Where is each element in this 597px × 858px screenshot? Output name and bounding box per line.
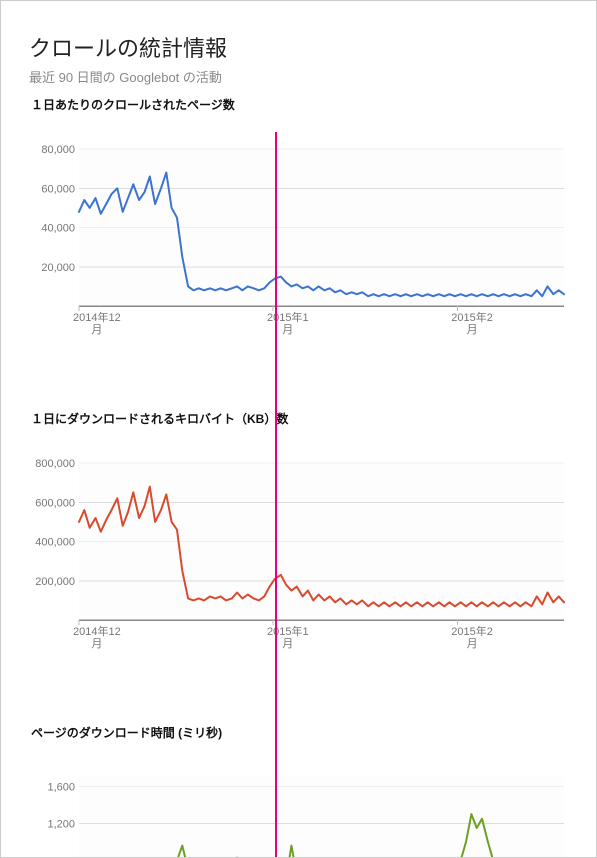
y-tick-label: 400,000 <box>35 537 75 549</box>
x-tick-label: 2015年2月 <box>451 312 493 336</box>
chart-svg: 20,000 40,000 60,000 80,000 <box>29 119 569 312</box>
chart-title: ページのダウンロード時間 (ミリ秒) <box>31 724 568 741</box>
y-tick-label: 1,200 <box>47 818 75 830</box>
crawl-stats-panel: クロールの統計情報 最近 90 日間の Googlebot の活動 １日あたりの… <box>0 0 597 858</box>
chart-block: １日あたりのクロールされたページ数 20,000 40,000 60,000 80,00… <box>29 96 568 400</box>
y-tick-label: 40,000 <box>41 223 75 235</box>
chart-svg: 4008001,2001,600 <box>29 747 569 858</box>
x-axis-labels: 2014年12月 2015年1月 2015年2月 <box>29 312 568 338</box>
y-tick-label: 60,000 <box>41 183 75 195</box>
x-tick-label: 2014年12月 <box>73 312 121 336</box>
page-title: クロールの統計情報 <box>29 31 568 63</box>
chart-title: １日あたりのクロールされたページ数 <box>31 96 568 113</box>
x-axis-labels: 2014年12月 2015年1月 2015年2月 <box>29 626 568 652</box>
page-subtitle: 最近 90 日間の Googlebot の活動 <box>29 67 568 86</box>
charts-container: １日あたりのクロールされたページ数 20,000 40,000 60,000 80,00… <box>29 96 568 858</box>
y-tick-label: 800,000 <box>35 458 75 470</box>
y-tick-label: 600,000 <box>35 497 75 509</box>
chart-block: １日にダウンロードされるキロバイト（KB）数 200,000 400,000 600,… <box>29 410 568 714</box>
chart-block: ページのダウンロード時間 (ミリ秒)4008001,2001,6002014年1… <box>29 724 568 858</box>
x-tick-label: 2015年1月 <box>267 312 309 336</box>
chart-svg: 200,000 400,000 600,000 800,000 <box>29 433 569 626</box>
y-tick-label: 200,000 <box>35 576 75 588</box>
chart-title: １日にダウンロードされるキロバイト（KB）数 <box>31 410 568 427</box>
x-tick-label: 2015年2月 <box>451 626 493 650</box>
y-tick-label: 20,000 <box>41 262 75 274</box>
y-tick-label: 80,000 <box>41 144 75 156</box>
x-tick-label: 2014年12月 <box>73 626 121 650</box>
y-tick-label: 1,600 <box>47 781 75 793</box>
x-tick-label: 2015年1月 <box>267 626 309 650</box>
